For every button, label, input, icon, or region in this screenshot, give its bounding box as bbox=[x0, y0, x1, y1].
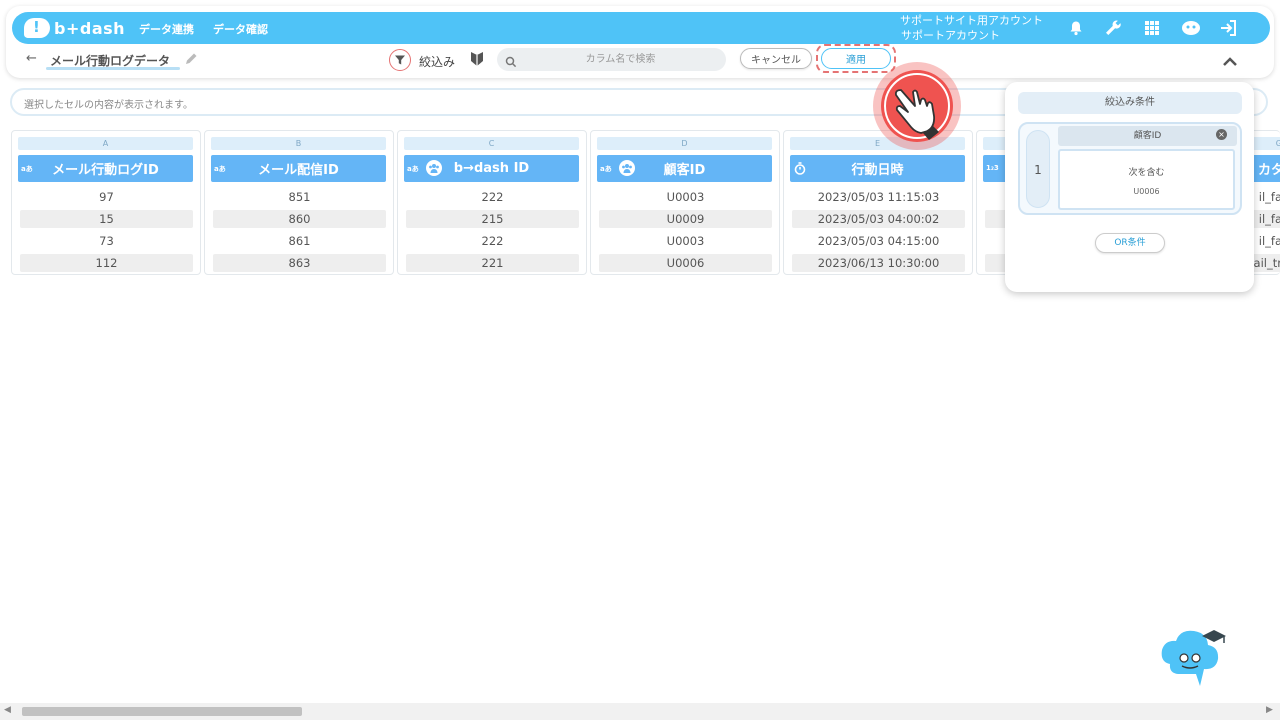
text-type-icon: aあ bbox=[600, 165, 612, 173]
table-cell[interactable]: 860 bbox=[213, 210, 386, 228]
table-cell[interactable]: 222 bbox=[406, 188, 579, 206]
table-cell[interactable]: 221 bbox=[406, 254, 579, 272]
table-cell[interactable]: 2023/05/03 11:15:03 bbox=[792, 188, 965, 206]
column-d: D aあ 顧客ID U0003 U0009 U0003 U0006 bbox=[590, 130, 780, 275]
table-cell[interactable]: 2023/05/03 04:15:00 bbox=[792, 232, 965, 250]
column-letter: C bbox=[404, 137, 579, 150]
column-header[interactable]: aあ b→dash ID bbox=[404, 155, 579, 182]
account-info[interactable]: サポートサイト用アカウント サポートアカウント bbox=[900, 13, 1043, 43]
chevron-up-icon[interactable] bbox=[1222, 52, 1238, 71]
people-icon bbox=[619, 160, 635, 176]
table-cell[interactable]: U0006 bbox=[599, 254, 772, 272]
arrow-left-icon[interactable]: ← bbox=[26, 51, 37, 66]
mascot-icon[interactable] bbox=[1158, 624, 1228, 694]
column-title: 行動日時 bbox=[851, 163, 904, 178]
bell-icon[interactable] bbox=[1065, 17, 1087, 39]
nav-data-integration[interactable]: データ連携 bbox=[139, 21, 194, 37]
cancel-button[interactable]: キャンセル bbox=[740, 48, 812, 69]
table-cell[interactable]: 861 bbox=[213, 232, 386, 250]
column-title: カタ bbox=[1257, 163, 1280, 178]
column-letter: D bbox=[597, 137, 772, 150]
filter-icon[interactable] bbox=[389, 49, 411, 71]
page-title-underline bbox=[46, 67, 180, 70]
table-cell[interactable]: 863 bbox=[213, 254, 386, 272]
grid-icon[interactable] bbox=[1141, 17, 1163, 39]
condition-group: 1 顧客ID × 次を含む U0006 bbox=[1018, 122, 1242, 215]
filter-conditions-panel: 絞込み条件 1 顧客ID × 次を含む U0006 OR条件 bbox=[1005, 82, 1254, 292]
account-user: サポートアカウント bbox=[901, 29, 1000, 42]
filter-panel-title: 絞込み条件 bbox=[1018, 92, 1242, 114]
logo[interactable]: b+dash bbox=[24, 16, 125, 40]
text-type-icon: aあ bbox=[21, 165, 33, 173]
table-cell[interactable]: 15 bbox=[20, 210, 193, 228]
table-cell[interactable]: U0003 bbox=[599, 232, 772, 250]
table-cell[interactable]: 73 bbox=[20, 232, 193, 250]
column-b: B aあ メール配信ID 851 860 861 863 bbox=[204, 130, 394, 275]
nav-data-check[interactable]: データ確認 bbox=[213, 21, 268, 37]
table-cell[interactable]: 97 bbox=[20, 188, 193, 206]
cell-content-placeholder: 選択したセルの内容が表示されます。 bbox=[24, 100, 193, 111]
column-title: b→dash ID bbox=[453, 161, 530, 176]
pencil-icon[interactable] bbox=[184, 51, 198, 70]
condition-operator: 次を含む bbox=[1128, 168, 1165, 178]
column-title: メール行動ログID bbox=[52, 163, 159, 178]
filter-label[interactable]: 絞込み bbox=[419, 53, 455, 70]
app-bar: b+dash データ連携 データ確認 サポートサイト用アカウント サポートアカウ… bbox=[12, 12, 1270, 44]
table-cell[interactable]: 215 bbox=[406, 210, 579, 228]
condition-value: U0006 bbox=[1133, 187, 1160, 196]
condition-index: 1 bbox=[1026, 130, 1050, 208]
or-condition-button[interactable]: OR条件 bbox=[1095, 233, 1165, 253]
number-type-icon: 1₂3 bbox=[986, 164, 999, 172]
column-title: 顧客ID bbox=[663, 163, 706, 178]
beginner-mark-icon[interactable] bbox=[470, 51, 484, 71]
people-icon bbox=[426, 160, 442, 176]
stopwatch-icon bbox=[794, 162, 806, 179]
search-input[interactable] bbox=[523, 48, 718, 71]
logout-icon[interactable] bbox=[1218, 17, 1240, 39]
wrench-icon[interactable] bbox=[1102, 17, 1124, 39]
table-cell[interactable]: 851 bbox=[213, 188, 386, 206]
close-icon[interactable]: × bbox=[1216, 129, 1227, 140]
column-header[interactable]: aあ メール配信ID bbox=[211, 155, 386, 182]
column-a: A aあ メール行動ログID 97 15 73 112 bbox=[11, 130, 201, 275]
logo-bubble-icon bbox=[24, 18, 50, 38]
account-name: サポートサイト用アカウント bbox=[900, 14, 1043, 27]
search-icon bbox=[505, 53, 517, 72]
table-cell[interactable]: 112 bbox=[20, 254, 193, 272]
column-letter: A bbox=[18, 137, 193, 150]
mascot-icon[interactable] bbox=[1180, 17, 1202, 39]
horizontal-scrollbar[interactable]: ◀ ▶ bbox=[0, 703, 1280, 720]
scroll-left-icon[interactable]: ◀ bbox=[4, 705, 11, 715]
column-header[interactable]: 行動日時 bbox=[790, 155, 965, 182]
page: b+dash データ連携 データ確認 サポートサイト用アカウント サポートアカウ… bbox=[0, 0, 1280, 720]
table-cell[interactable]: U0009 bbox=[599, 210, 772, 228]
text-type-icon: aあ bbox=[214, 165, 226, 173]
column-header[interactable]: aあ 顧客ID bbox=[597, 155, 772, 182]
condition-body[interactable]: 次を含む U0006 bbox=[1058, 149, 1235, 210]
column-letter: B bbox=[211, 137, 386, 150]
scrollbar-thumb[interactable] bbox=[22, 707, 302, 716]
table-cell[interactable]: 2023/05/03 04:00:02 bbox=[792, 210, 965, 228]
text-type-icon: aあ bbox=[407, 165, 419, 173]
column-title: メール配信ID bbox=[258, 163, 339, 178]
table-cell[interactable]: U0003 bbox=[599, 188, 772, 206]
column-c: C aあ b→dash ID 222 215 222 221 bbox=[397, 130, 587, 275]
column-header[interactable]: aあ メール行動ログID bbox=[18, 155, 193, 182]
column-search bbox=[497, 48, 726, 71]
table-cell[interactable]: 222 bbox=[406, 232, 579, 250]
table-cell[interactable]: 2023/06/13 10:30:00 bbox=[792, 254, 965, 272]
condition-field: 顧客ID bbox=[1058, 126, 1237, 146]
logo-text: b+dash bbox=[54, 18, 126, 38]
scroll-right-icon[interactable]: ▶ bbox=[1266, 705, 1273, 715]
pointer-hand-icon bbox=[871, 60, 963, 152]
